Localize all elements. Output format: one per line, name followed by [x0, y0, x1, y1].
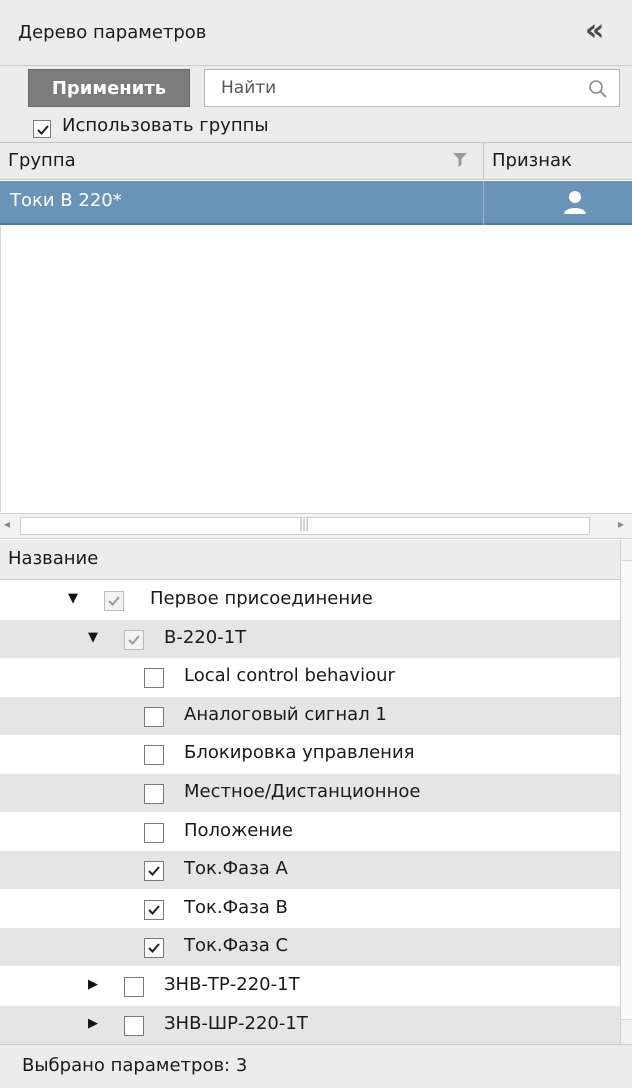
tree-item-label: Блокировка управления — [184, 742, 415, 764]
double-chevron-left-icon[interactable]: « — [585, 14, 604, 48]
tree-item-checkbox[interactable] — [144, 745, 164, 766]
tree-row[interactable]: Блокировка управления — [0, 735, 620, 773]
column-header-name[interactable]: Название — [8, 548, 98, 569]
search-icon[interactable] — [587, 78, 609, 100]
tree-item-label: ЗНВ-ШР-220-1Т — [164, 1012, 308, 1034]
tree-row[interactable]: Ток.Фаза А — [0, 851, 620, 890]
filter-icon[interactable] — [452, 150, 468, 170]
vertical-scroll-thumb[interactable] — [621, 560, 632, 1020]
tree-item-checkbox[interactable] — [144, 899, 164, 920]
use-groups-label: Использовать группы — [62, 115, 269, 136]
panel-title: Дерево параметров — [18, 22, 207, 43]
search-box[interactable] — [204, 69, 620, 107]
tree-item-label: В-220-1Т — [164, 626, 247, 648]
collapse-arrow-icon[interactable]: ▶ — [88, 1016, 98, 1031]
apply-button[interactable]: Применить — [28, 69, 190, 107]
column-divider — [483, 181, 484, 225]
group-name: Токи В 220* — [10, 190, 122, 211]
scroll-left-arrow-icon[interactable]: ◂ — [4, 517, 10, 531]
tree-item-checkbox[interactable] — [144, 668, 164, 689]
tree-item-label: Ток.Фаза С — [184, 935, 289, 957]
tree-item-checkbox[interactable] — [144, 938, 164, 959]
tree-row[interactable]: Local control behaviour — [0, 658, 620, 696]
scroll-right-arrow-icon[interactable]: ▸ — [618, 517, 624, 531]
search-input[interactable] — [205, 70, 591, 106]
tree-item-checkbox[interactable] — [144, 706, 164, 727]
column-divider[interactable] — [483, 142, 484, 180]
tree-item-checkbox[interactable] — [104, 591, 124, 611]
tree-item-label: Местное/Дистанционное — [184, 781, 421, 802]
tree-item-label: Положение — [184, 819, 293, 841]
tree-row[interactable]: ▶ ЗНВ-ТР-220-1Т — [0, 967, 620, 1005]
tree-row[interactable]: Местное/Дистанционное — [0, 774, 620, 812]
tree-item-label: ЗНВ-ТР-220-1Т — [164, 974, 300, 995]
grip-icon: ||| — [299, 517, 309, 531]
tree-item-label: Ток.Фаза А — [184, 858, 288, 880]
tree-item-checkbox[interactable] — [144, 822, 164, 843]
tree-item-label: Аналоговый сигнал 1 — [184, 703, 387, 725]
tree-item-label: Первое присоединение — [150, 588, 373, 609]
tree-item-label: Ток.Фаза В — [184, 896, 288, 918]
tree-item-checkbox[interactable] — [124, 977, 144, 997]
selected-count-label: Выбрано параметров: 3 — [22, 1055, 248, 1076]
column-header-flag[interactable]: Признак — [492, 150, 572, 171]
groups-list-empty-area — [0, 226, 632, 512]
column-header-group[interactable]: Группа — [8, 150, 76, 171]
expand-arrow-icon[interactable]: ▼ — [88, 630, 98, 645]
tree-row[interactable]: ▶ ЗНВ-ШР-220-1Т — [0, 1005, 620, 1044]
tree-row[interactable]: Аналоговый сигнал 1 — [0, 696, 620, 735]
use-groups-checkbox[interactable] — [33, 120, 51, 138]
tree-row[interactable]: Ток.Фаза С — [0, 928, 620, 967]
user-icon — [564, 191, 586, 214]
tree-row[interactable]: ▼ В-220-1Т — [0, 619, 620, 658]
tree-item-checkbox[interactable] — [144, 784, 164, 804]
tree-row[interactable]: ▼ Первое присоединение — [0, 581, 620, 619]
collapse-arrow-icon[interactable]: ▶ — [88, 977, 98, 992]
tree-row[interactable]: Положение — [0, 813, 620, 851]
tree-item-checkbox[interactable] — [124, 629, 144, 650]
tree-row[interactable]: Ток.Фаза В — [0, 890, 620, 928]
tree-item-checkbox[interactable] — [124, 1015, 144, 1036]
expand-arrow-icon[interactable]: ▼ — [68, 591, 78, 606]
tree-item-checkbox[interactable] — [144, 861, 164, 882]
tree-item-label: Local control behaviour — [184, 665, 395, 687]
